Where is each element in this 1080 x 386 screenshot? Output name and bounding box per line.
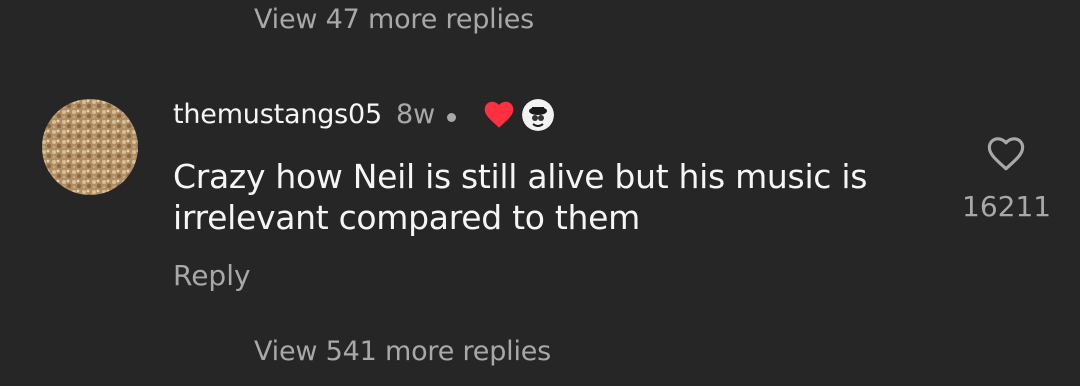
view-more-replies-top[interactable]: View 47 more replies — [254, 4, 534, 35]
comment-text: Crazy how Neil is still alive but his mu… — [173, 157, 868, 237]
creator-avatar — [522, 99, 555, 131]
reply-button[interactable]: Reply — [173, 259, 251, 292]
view-more-replies-bottom[interactable]: View 541 more replies — [254, 336, 551, 367]
separator-dot — [447, 112, 457, 122]
like-count: 16211 — [962, 190, 1052, 223]
comment-meta: themustangs05 8w — [173, 94, 555, 134]
username[interactable]: themustangs05 — [173, 99, 382, 130]
heart-outline-icon[interactable] — [985, 133, 1027, 173]
avatar[interactable] — [42, 99, 138, 195]
heart-filled-icon — [482, 99, 516, 133]
timestamp: 8w — [396, 98, 436, 130]
